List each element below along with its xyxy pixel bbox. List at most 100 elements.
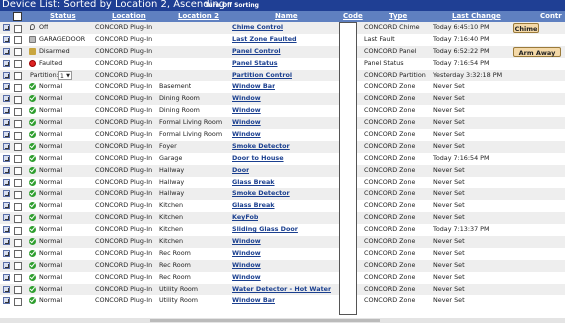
edit-device-icon[interactable] <box>3 261 10 269</box>
edit-device-icon[interactable] <box>3 285 10 293</box>
column-header-type[interactable]: Type <box>389 11 407 22</box>
edit-device-icon[interactable] <box>3 95 10 103</box>
row-checkbox[interactable] <box>14 274 22 283</box>
scrollbar-thumb[interactable] <box>150 319 380 322</box>
device-name-link[interactable]: Smoke Detector <box>232 141 290 153</box>
device-name-link[interactable]: Glass Break <box>232 177 275 189</box>
device-name-link[interactable]: KeyFob <box>232 212 258 224</box>
edit-device-icon[interactable] <box>3 71 10 79</box>
row-checkbox[interactable] <box>14 202 22 211</box>
column-header-status[interactable]: Status <box>50 11 76 22</box>
row-checkbox[interactable] <box>14 262 22 271</box>
device-name-link[interactable]: Window Bar <box>232 295 275 307</box>
row-checkbox[interactable] <box>14 24 22 33</box>
device-location2: Formal Living Room <box>159 130 223 139</box>
edit-device-icon[interactable] <box>3 214 10 222</box>
turn-off-sorting-link[interactable]: Turn Off Sorting <box>205 1 259 10</box>
check-icon <box>29 226 36 234</box>
edit-device-icon[interactable] <box>3 249 10 257</box>
device-type: CONCORD Partition <box>364 70 426 79</box>
edit-device-icon[interactable] <box>3 166 10 174</box>
device-last-change: Today 6:45:10 PM <box>433 23 490 31</box>
edit-device-icon[interactable] <box>3 154 10 162</box>
device-name-link[interactable]: Smoke Detector <box>232 188 290 200</box>
device-name-link[interactable]: Window <box>232 117 261 129</box>
device-name-link[interactable]: Water Detector - Hot Water <box>232 284 331 296</box>
row-checkbox[interactable] <box>14 214 22 223</box>
row-checkbox[interactable] <box>14 179 22 188</box>
arm-away-button[interactable]: Arm Away <box>513 46 561 57</box>
device-name-link[interactable]: Window Bar <box>232 81 275 93</box>
device-type: Last Fault <box>364 34 395 43</box>
select-all-checkbox[interactable] <box>13 12 22 21</box>
row-checkbox[interactable] <box>14 48 22 57</box>
edit-device-icon[interactable] <box>3 178 10 186</box>
row-checkbox[interactable] <box>14 155 22 164</box>
device-type: CONCORD Zone <box>364 165 416 174</box>
edit-device-icon[interactable] <box>3 24 10 31</box>
edit-device-icon[interactable] <box>3 297 10 305</box>
edit-device-icon[interactable] <box>3 238 10 246</box>
row-checkbox[interactable] <box>14 72 22 81</box>
row-checkbox[interactable] <box>14 131 22 140</box>
device-name-link[interactable]: Window <box>232 260 261 272</box>
device-type: CONCORD Zone <box>364 177 416 186</box>
column-header-name[interactable]: Name <box>275 11 298 22</box>
edit-device-icon[interactable] <box>3 202 10 210</box>
check-icon <box>29 95 36 103</box>
row-checkbox[interactable] <box>14 297 22 306</box>
device-name-link[interactable]: Panel Control <box>232 46 281 58</box>
edit-device-icon[interactable] <box>3 142 10 150</box>
device-name-link[interactable]: Window <box>232 93 261 105</box>
row-checkbox[interactable] <box>14 60 22 69</box>
device-type: CONCORD Zone <box>364 118 416 127</box>
device-name-link[interactable]: Partition Control <box>232 70 292 82</box>
device-last-change: Never Set <box>433 130 465 139</box>
row-checkbox[interactable] <box>14 143 22 152</box>
edit-device-icon[interactable] <box>3 35 10 43</box>
device-type: CONCORD Zone <box>364 237 416 246</box>
row-checkbox[interactable] <box>14 250 22 259</box>
partition-select[interactable]: 1 ▼ <box>58 70 72 80</box>
device-location: CONCORD Plug-In <box>95 189 153 198</box>
row-checkbox[interactable] <box>14 226 22 235</box>
column-header-code[interactable]: Code <box>343 11 363 22</box>
device-name-link[interactable]: Chime Control <box>232 22 283 34</box>
row-checkbox[interactable] <box>14 238 22 247</box>
edit-device-icon[interactable] <box>3 107 10 115</box>
chime-button[interactable]: Chime <box>513 23 539 33</box>
device-name-link[interactable]: Window <box>232 105 261 117</box>
edit-device-icon[interactable] <box>3 119 10 127</box>
device-name-link[interactable]: Sliding Glass Door <box>232 224 298 236</box>
edit-device-icon[interactable] <box>3 47 10 55</box>
row-checkbox[interactable] <box>14 83 22 92</box>
device-name-link[interactable]: Window <box>232 129 261 141</box>
row-checkbox[interactable] <box>14 95 22 104</box>
row-checkbox[interactable] <box>14 167 22 176</box>
row-checkbox[interactable] <box>14 190 22 199</box>
device-name-link[interactable]: Window <box>232 272 261 284</box>
edit-device-icon[interactable] <box>3 83 10 91</box>
device-name-link[interactable]: Last Zone Faulted <box>232 34 297 46</box>
device-name-link[interactable]: Window <box>232 236 261 248</box>
row-checkbox[interactable] <box>14 36 22 45</box>
column-header-last-change[interactable]: Last Change <box>452 11 501 22</box>
edit-device-icon[interactable] <box>3 131 10 139</box>
device-name-link[interactable]: Door <box>232 165 249 177</box>
edit-device-icon[interactable] <box>3 226 10 234</box>
device-name-link[interactable]: Window <box>232 248 261 260</box>
device-status: Normal <box>39 189 63 198</box>
row-checkbox[interactable] <box>14 119 22 128</box>
device-name-link[interactable]: Door to House <box>232 153 284 165</box>
edit-device-icon[interactable] <box>3 59 10 67</box>
row-checkbox[interactable] <box>14 107 22 116</box>
column-header-location[interactable]: Location <box>112 11 146 22</box>
column-header-location2[interactable]: Location 2 <box>178 11 219 22</box>
edit-device-icon[interactable] <box>3 190 10 198</box>
row-checkbox[interactable] <box>14 286 22 295</box>
edit-device-icon[interactable] <box>3 273 10 281</box>
device-name-link[interactable]: Panel Status <box>232 58 278 70</box>
horizontal-scrollbar[interactable] <box>0 318 565 323</box>
device-name-link[interactable]: Glass Break <box>232 200 275 212</box>
device-status: Normal <box>39 237 63 246</box>
